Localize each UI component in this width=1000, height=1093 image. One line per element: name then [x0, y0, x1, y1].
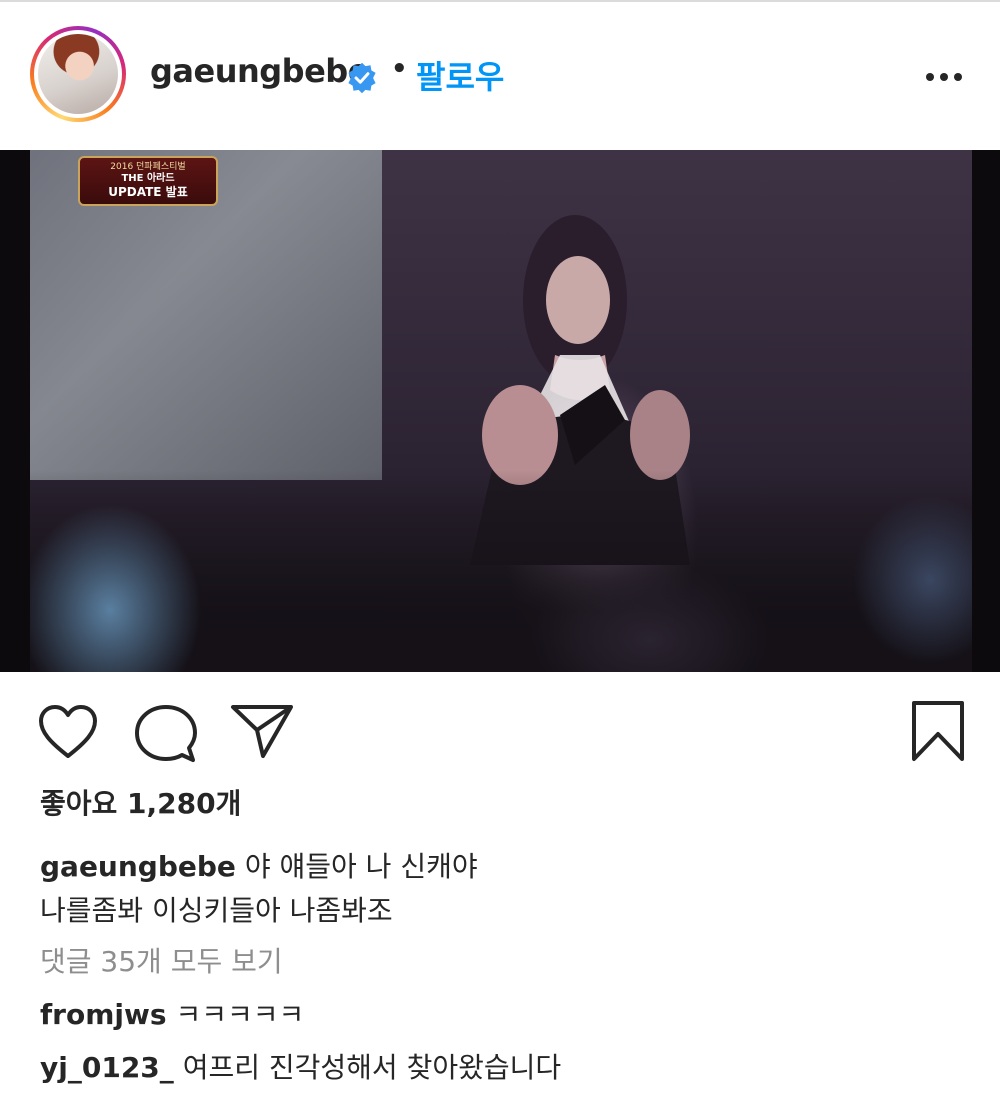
caption-line-2: 나를좀봐 이싱키들아 나좀봐조: [40, 894, 393, 927]
crowd-foreground: [30, 470, 972, 672]
post-media[interactable]: 2016 던파페스티벌 THE 아라드 UPDATE 발표: [0, 150, 1000, 672]
action-bar: [0, 680, 1000, 780]
avatar[interactable]: [38, 34, 118, 114]
post-username[interactable]: gaeungbebe: [150, 52, 369, 90]
comment-item: fromjws ㅋㅋㅋㅋㅋ: [40, 993, 304, 1033]
view-all-comments-link[interactable]: 댓글 35개 모두 보기: [40, 940, 283, 980]
badge-line-1: 2016 던파페스티벌: [110, 162, 186, 172]
heart-icon[interactable]: [38, 704, 98, 760]
avatar-story-ring[interactable]: [30, 26, 126, 122]
caption-line-1: 야 얘들아 나 신캐야: [244, 850, 478, 883]
verified-badge-icon: [348, 62, 376, 94]
caption-username[interactable]: gaeungbebe: [40, 850, 236, 883]
comment-username[interactable]: fromjws: [40, 998, 167, 1031]
paper-plane-icon[interactable]: [230, 703, 294, 759]
bookmark-icon[interactable]: [910, 700, 966, 762]
likes-count[interactable]: 좋아요 1,280개: [40, 782, 241, 822]
badge-line-3: UPDATE 발표: [108, 185, 188, 199]
comment-text: 여프리 진각성해서 찾아왔습니다: [182, 1051, 562, 1084]
broadcast-overlay-badge: 2016 던파페스티벌 THE 아라드 UPDATE 발표: [78, 156, 218, 206]
comment-item: yj_0123_ 여프리 진각성해서 찾아왔습니다: [40, 1046, 561, 1086]
post-caption: gaeungbebe 야 얘들아 나 신캐야 나를좀봐 이싱키들아 나좀봐조: [40, 845, 970, 933]
more-options-icon[interactable]: [924, 62, 964, 92]
post-header: gaeungbebe • 팔로우: [0, 2, 1000, 140]
separator-dot: •: [391, 54, 408, 84]
comment-icon[interactable]: [135, 704, 197, 764]
comment-username[interactable]: yj_0123_: [40, 1051, 174, 1084]
follow-button[interactable]: 팔로우: [416, 52, 504, 98]
badge-line-2: THE 아라드: [121, 173, 175, 184]
comment-text: ㅋㅋㅋㅋㅋ: [175, 998, 305, 1031]
video-frame: 2016 던파페스티벌 THE 아라드 UPDATE 발표: [30, 150, 972, 672]
